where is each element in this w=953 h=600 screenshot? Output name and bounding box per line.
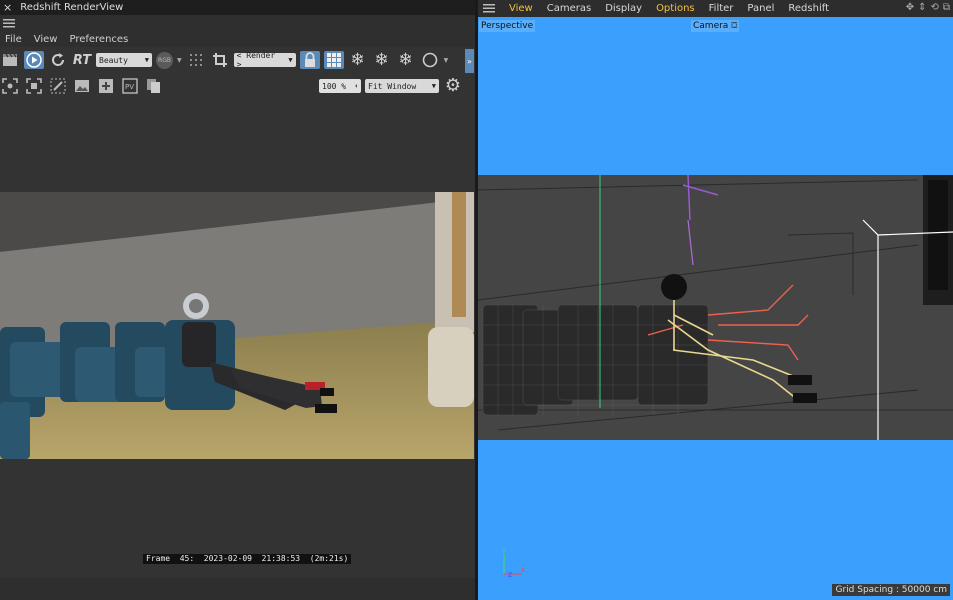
- axis-x-label: X: [521, 567, 525, 574]
- viewport-menu-redshift[interactable]: Redshift: [788, 3, 829, 14]
- snowflake-icon[interactable]: ❄: [348, 51, 368, 69]
- play-icon: [26, 52, 42, 68]
- double-chevron-right-icon: »: [467, 56, 472, 66]
- menu-view[interactable]: View: [34, 34, 58, 45]
- region-select-icon[interactable]: [0, 77, 20, 95]
- viewport-scene: [478, 175, 953, 440]
- viewport-menu-cameras[interactable]: Cameras: [547, 3, 591, 14]
- rt-toggle-button[interactable]: RT: [72, 51, 92, 69]
- gear-icon[interactable]: ⚙: [443, 77, 463, 95]
- app-root: × Redshift RenderView File View Preferen…: [0, 0, 953, 600]
- circle-icon[interactable]: [420, 51, 440, 69]
- dolly-icon[interactable]: ⇕: [918, 2, 926, 13]
- chevron-down-icon[interactable]: ▼: [444, 57, 449, 64]
- rotate-icon[interactable]: ⟲: [930, 2, 938, 13]
- chevron-down-icon[interactable]: ▼: [177, 57, 182, 64]
- viewport-menu-display[interactable]: Display: [605, 3, 642, 14]
- stepper-icon[interactable]: ⬍: [354, 83, 358, 90]
- menu-file[interactable]: File: [5, 34, 22, 45]
- hamburger-icon[interactable]: [3, 18, 15, 28]
- svg-text:PV: PV: [125, 83, 134, 91]
- grid-spacing-label: Grid Spacing : 50000 cm: [832, 584, 950, 596]
- renderview-title: Redshift RenderView: [20, 2, 124, 13]
- fit-mode-value: Fit Window: [368, 81, 417, 91]
- close-icon[interactable]: ×: [3, 1, 12, 14]
- renderview-toolbar-secondary: PV 100 % ⬍ Fit Window ▼ ⚙: [0, 76, 475, 96]
- region-render-icon[interactable]: [24, 77, 44, 95]
- snowflake-icon[interactable]: ❄: [396, 51, 416, 69]
- viewport-perspective-label[interactable]: Perspective: [479, 20, 536, 32]
- add-snapshot-icon[interactable]: [96, 77, 116, 95]
- rgb-channel-button[interactable]: RGB: [156, 51, 173, 69]
- axis-y-label: Y: [501, 548, 506, 555]
- render-target-dropdown[interactable]: < Render > ▼: [233, 51, 296, 69]
- camera-icon: ⛋: [731, 21, 738, 30]
- start-render-button[interactable]: [24, 51, 44, 69]
- zoom-field[interactable]: 100 % ⬍: [319, 79, 361, 93]
- viewport-nav-icons: ✥ ⇕ ⟲ ⧉: [906, 2, 950, 13]
- viewport-menu-options[interactable]: Options: [656, 3, 695, 14]
- dotted-grid-icon[interactable]: [186, 51, 206, 69]
- wireframe-scene: [478, 175, 953, 440]
- edit-region-icon[interactable]: [48, 77, 68, 95]
- render-image: [0, 192, 474, 459]
- viewport-menu-view[interactable]: View: [509, 3, 533, 14]
- axis-gizmo: Y X Z: [501, 548, 525, 578]
- hamburger-icon[interactable]: [483, 4, 495, 13]
- viewport-menubar: View Cameras Display Options Filter Pane…: [478, 0, 953, 17]
- maximize-icon[interactable]: ⧉: [943, 2, 950, 13]
- aov-dropdown[interactable]: Beauty ▼: [96, 53, 152, 67]
- renderview-panel: × Redshift RenderView File View Preferen…: [0, 0, 475, 600]
- chevron-down-icon: ▼: [288, 56, 293, 64]
- viewport-panel: View Cameras Display Options Filter Pane…: [478, 0, 953, 600]
- menu-preferences[interactable]: Preferences: [69, 34, 128, 45]
- viewport-camera-label[interactable]: Camera ⛋: [691, 20, 740, 32]
- viewport-menu-panel[interactable]: Panel: [747, 3, 774, 14]
- viewport-menu-filter[interactable]: Filter: [709, 3, 734, 14]
- lock-icon: [304, 52, 315, 67]
- chevron-down-icon: ▼: [144, 56, 149, 64]
- renderview-menubar: File View Preferences: [0, 31, 475, 47]
- render-status-text: Frame 45: 2023-02-09 21:38:53 (2m:21s): [143, 554, 352, 564]
- renderview-menu-toggle[interactable]: [0, 15, 475, 31]
- image-icon[interactable]: [72, 77, 92, 95]
- rgb-label: RGB: [158, 56, 171, 64]
- aov-dropdown-value: Beauty: [99, 55, 128, 65]
- axis-z-label: Z: [508, 572, 512, 578]
- renderview-titlebar: × Redshift RenderView: [0, 0, 475, 15]
- clapperboard-icon[interactable]: [0, 51, 20, 69]
- fit-mode-dropdown[interactable]: Fit Window ▼: [365, 79, 439, 93]
- crop-icon[interactable]: [210, 51, 230, 69]
- snowflake-icon[interactable]: ❄: [372, 51, 392, 69]
- render-target-value: < Render >: [236, 51, 276, 69]
- chevron-down-icon: ▼: [431, 82, 436, 90]
- renderview-toolbar-main: RT Beauty ▼ RGB ▼ < Render > ▼ ❄ ❄ ❄ ▼: [0, 49, 475, 71]
- zoom-value: 100 %: [322, 81, 347, 91]
- expand-sidebar-button[interactable]: »: [465, 49, 474, 73]
- grid-view-button[interactable]: [323, 51, 344, 69]
- camera-label-text: Camera: [693, 21, 729, 31]
- rt-label: RT: [72, 52, 92, 68]
- copy-icon[interactable]: [144, 77, 164, 95]
- renderview-footer: [0, 578, 475, 600]
- rendered-scene: [0, 192, 474, 459]
- grid-icon: [326, 53, 341, 67]
- refresh-icon[interactable]: [48, 51, 68, 69]
- move-icon[interactable]: ✥: [906, 2, 914, 13]
- picture-viewer-icon[interactable]: PV: [120, 77, 140, 95]
- lock-button[interactable]: [299, 51, 320, 69]
